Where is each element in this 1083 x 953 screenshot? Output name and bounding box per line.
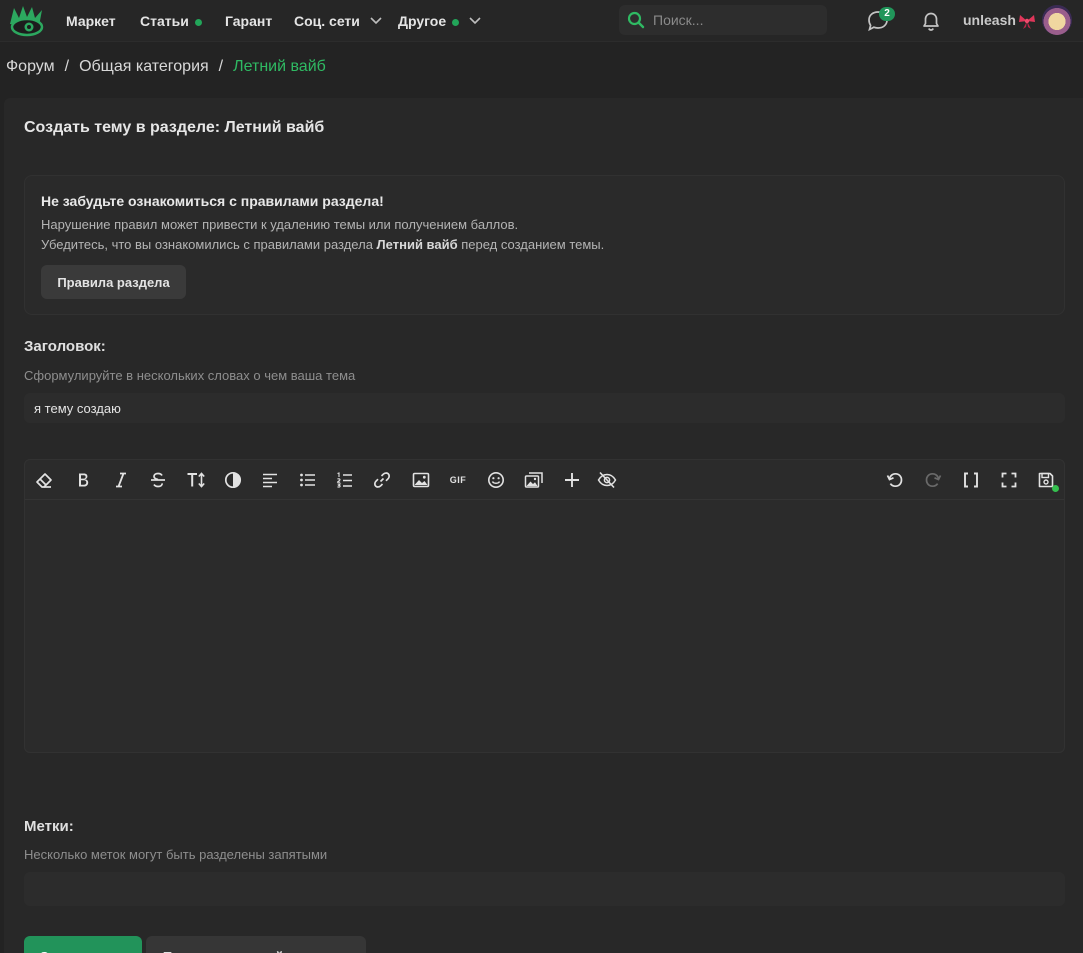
nav-garant[interactable]: Гарант [225,0,272,42]
draft-saved-indicator [1052,485,1059,492]
bold-icon[interactable] [72,469,94,491]
nav-garant-label: Гарант [225,13,273,29]
section-rules-button[interactable]: Правила раздела [41,265,186,299]
message-editor: GIF [24,459,1065,753]
search-icon [627,11,645,29]
messages-count-badge: 2 [879,7,895,21]
fullscreen-icon[interactable] [998,469,1020,491]
nav-social[interactable]: Соц. сети [294,0,382,42]
create-thread-button[interactable]: Создать тему [24,936,142,953]
breadcrumb-forum[interactable]: Форум [6,58,55,75]
top-navigation-bar: Маркет Статьи Гарант Соц. сети Другое 2 … [0,0,1083,42]
page-title: Создать тему в разделе: Летний вайб [24,119,325,136]
notice-title: Не забудьте ознакомиться с правилами раз… [41,193,384,209]
align-left-icon[interactable] [259,469,281,491]
chevron-down-icon [469,17,481,25]
search-box[interactable] [619,5,827,35]
thread-title-input[interactable] [24,393,1065,423]
new-indicator-dot [194,18,202,26]
media-icon[interactable] [523,469,545,491]
breadcrumb-separator: / [64,58,70,75]
gif-label: GIF [449,475,467,485]
nav-articles-label: Статьи [140,13,189,29]
nav-other-label: Другое [398,13,447,29]
redo-icon[interactable] [922,469,944,491]
chevron-down-icon [370,17,382,25]
rules-notice: Не забудьте ознакомиться с правилами раз… [24,175,1065,315]
hide-eye-icon[interactable] [596,469,618,491]
breadcrumb-current: Летний вайб [233,58,326,75]
preview-button[interactable]: Предварительный просмотр [146,936,366,953]
save-draft-icon[interactable] [1035,469,1059,492]
breadcrumb: Форум / Общая категория / Летний вайб [6,58,326,82]
breadcrumb-general-category[interactable]: Общая категория [79,58,209,75]
title-field-label: Заголовок: [24,338,106,355]
nav-articles[interactable]: Статьи [140,0,202,42]
nav-market-label: Маркет [66,13,116,29]
notice-section-name: Летний вайб [376,237,458,252]
title-field-hint: Сформулируйте в нескольких словах о чем … [24,368,356,383]
undo-icon[interactable] [884,469,906,491]
text-size-icon[interactable] [185,469,207,491]
notice-line-2-end: перед созданием темы. [457,237,605,252]
bell-icon[interactable] [918,8,944,34]
eraser-icon[interactable] [33,469,55,491]
bbcode-brackets-icon[interactable] [960,469,982,491]
new-indicator-dot [452,18,460,26]
ribbon-badge-icon [1019,15,1035,29]
link-icon[interactable] [371,469,393,491]
tags-input[interactable] [24,872,1065,906]
tags-field-hint: Несколько меток могут быть разделены зап… [24,847,328,862]
bullet-list-icon[interactable] [297,469,319,491]
notice-line-1: Нарушение правил может привести к удален… [41,217,519,232]
username-link[interactable]: unleash [963,0,1016,42]
nav-market[interactable]: Маркет [66,0,116,42]
nav-other[interactable]: Другое [398,0,481,42]
color-contrast-icon[interactable] [222,469,244,491]
breadcrumb-separator: / [218,58,224,75]
image-icon[interactable] [410,469,432,491]
editor-text-area[interactable] [25,501,1064,752]
numbered-list-icon[interactable] [334,469,356,491]
eye-crown-logo-icon[interactable] [8,4,44,38]
editor-toolbar: GIF [25,460,1064,500]
search-input[interactable] [653,5,819,35]
italic-icon[interactable] [110,469,132,491]
nav-social-label: Соц. сети [294,13,360,29]
gif-icon[interactable]: GIF [447,469,469,491]
notice-line-2: Убедитесь, что вы ознакомились с правила… [41,237,604,252]
plus-icon[interactable] [561,469,583,491]
notice-line-2-start: Убедитесь, что вы ознакомились с правила… [41,237,377,252]
tags-field-label: Метки: [24,818,74,835]
user-avatar[interactable] [1042,5,1072,35]
strikethrough-icon[interactable] [147,469,169,491]
emoji-icon[interactable] [485,469,507,491]
